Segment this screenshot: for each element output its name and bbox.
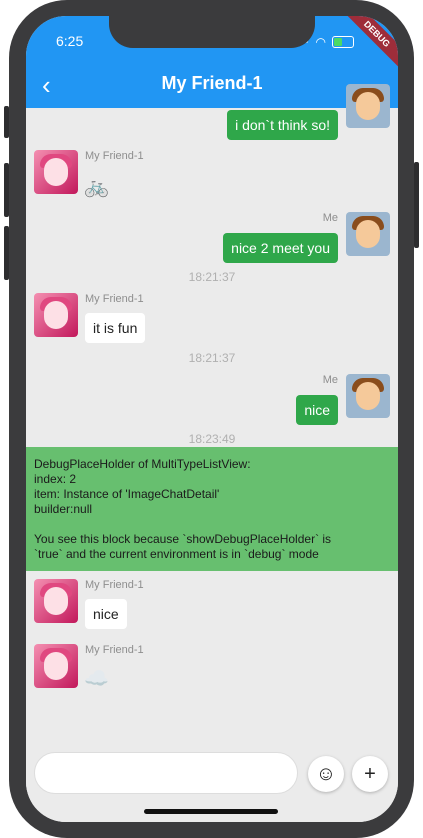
sender-name: Me — [322, 374, 338, 386]
message-bubble-me[interactable]: nice — [296, 395, 338, 425]
my-avatar[interactable] — [346, 374, 390, 418]
message-bubble-me[interactable]: nice 2 meet you — [223, 233, 338, 263]
screen: 6:25 •••• ◠ DEBUG ‹ My Friend-1 i don`t … — [26, 16, 398, 822]
friend-avatar[interactable] — [34, 150, 78, 194]
timestamp: 18:23:49 — [188, 432, 236, 446]
message-bubble-me[interactable]: i don`t think so! — [227, 110, 338, 140]
debug-placeholder: DebugPlaceHolder of MultiTypeListView: i… — [26, 447, 398, 571]
sender-name: Me — [322, 212, 338, 224]
add-button[interactable]: + — [352, 756, 388, 792]
my-avatar[interactable] — [346, 84, 390, 128]
friend-avatar[interactable] — [34, 579, 78, 623]
power-button — [414, 162, 419, 248]
notch — [109, 16, 315, 48]
sender-name: My Friend-1 — [85, 293, 144, 305]
input-bar: ☺ + — [26, 728, 398, 822]
volume-down-button — [4, 226, 9, 280]
mute-switch — [4, 106, 9, 138]
timestamp: 18:21:37 — [188, 270, 236, 284]
sender-name: My Friend-1 — [85, 644, 144, 656]
status-time: 6:25 — [56, 33, 84, 49]
volume-up-button — [4, 163, 9, 217]
friend-avatar[interactable] — [34, 293, 78, 337]
wifi-icon: ◠ — [315, 35, 326, 49]
sender-name: My Friend-1 — [85, 579, 144, 591]
bicycle-emoji[interactable]: 🚲 — [84, 174, 109, 199]
timestamp: 18:21:37 — [188, 351, 236, 365]
message-input[interactable] — [34, 752, 298, 794]
page-title: My Friend-1 — [161, 73, 263, 93]
battery-icon — [332, 36, 354, 48]
my-avatar[interactable] — [346, 212, 390, 256]
friend-avatar[interactable] — [34, 644, 78, 688]
sender-name: My Friend-1 — [85, 150, 144, 162]
chat-list[interactable]: i don`t think so! My Friend-1 🚲 Me nice … — [26, 84, 398, 728]
home-indicator — [144, 809, 278, 814]
message-bubble-friend[interactable]: nice — [85, 599, 127, 629]
cloud-emoji[interactable]: ☁️ — [84, 666, 109, 691]
message-bubble-friend[interactable]: it is fun — [85, 313, 146, 343]
emoji-button[interactable]: ☺ — [308, 756, 344, 792]
